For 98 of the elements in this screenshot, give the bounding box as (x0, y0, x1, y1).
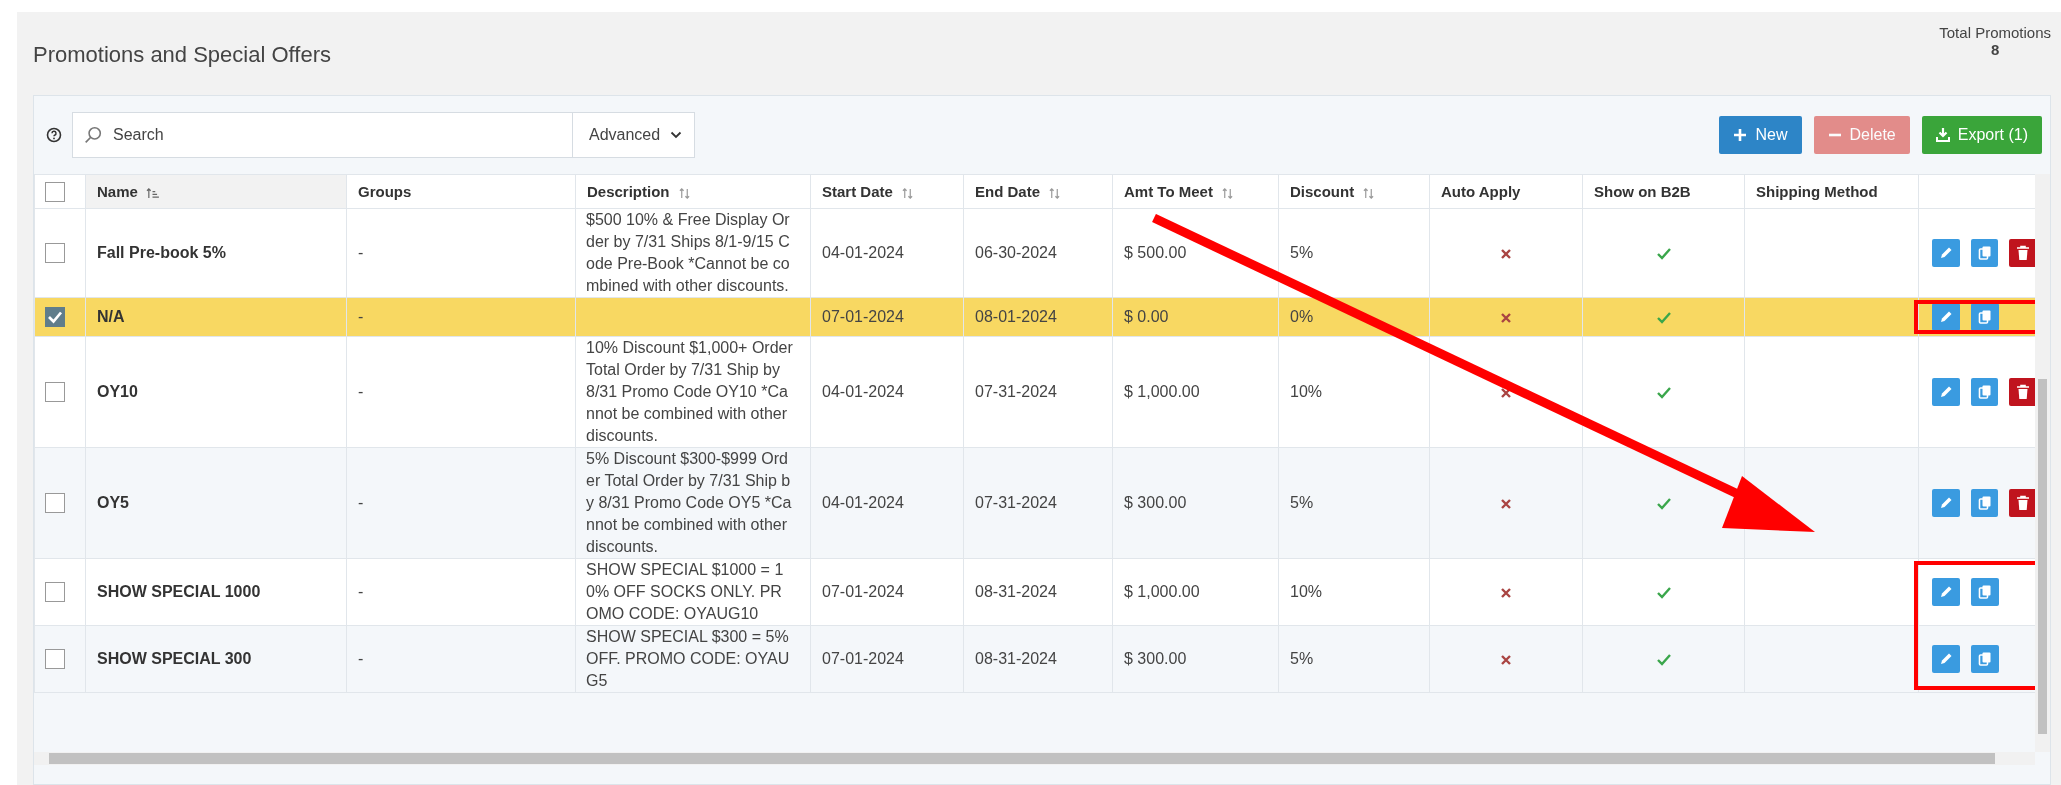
download-icon (1935, 128, 1950, 142)
row-checkbox[interactable] (45, 582, 65, 602)
table-cell: - (358, 494, 364, 511)
table-cell: 08-01-2024 (975, 308, 1057, 325)
table-cell: 07-01-2024 (822, 583, 904, 600)
help-icon[interactable] (46, 127, 62, 143)
table-cell: $ 300.00 (1124, 650, 1187, 667)
table-cell: - (358, 650, 364, 667)
column-header[interactable]: End Date (963, 174, 1113, 209)
copy-button[interactable] (1971, 303, 1999, 331)
table-cell: 04-01-2024 (822, 494, 904, 511)
column-header[interactable]: Show on B2B (1582, 174, 1745, 209)
table-cell: 10% (1290, 383, 1323, 400)
row-checkbox[interactable] (45, 493, 65, 513)
table-cell: - (358, 383, 364, 400)
edit-button[interactable] (1932, 489, 1960, 517)
table-cell: SHOW SPECIAL $1000 = 10% OFF SOCKS ONLY. PROMO CODE: OYAUG10 (586, 561, 784, 622)
column-header[interactable]: Shipping Method (1744, 174, 1919, 209)
new-button[interactable]: New (1719, 116, 1802, 154)
search-field[interactable]: Search (72, 112, 572, 158)
total-label: Total Promotions (1939, 24, 2051, 41)
pencil-icon (1938, 309, 1954, 325)
table-cell: SHOW SPECIAL 300 (97, 650, 252, 667)
table-cell: $ 1,000.00 (1124, 583, 1200, 600)
edit-button[interactable] (1932, 578, 1960, 606)
edit-button[interactable] (1932, 303, 1960, 331)
advanced-dropdown[interactable]: Advanced (572, 112, 696, 158)
table-cell: SHOW SPECIAL 1000 (97, 583, 261, 600)
row-checkbox[interactable] (45, 649, 65, 669)
trash-icon (2015, 495, 2032, 511)
table-cell: - (358, 583, 364, 600)
column-header[interactable]: Amt To Meet (1112, 174, 1279, 209)
delete-row-button[interactable] (2009, 489, 2037, 517)
copy-button[interactable] (1971, 645, 1999, 673)
table-cell: 07-31-2024 (975, 494, 1057, 511)
edit-button[interactable] (1932, 239, 1960, 267)
copy-icon (1976, 495, 1993, 511)
table-cell: 08-31-2024 (975, 583, 1057, 600)
table-cell: 04-01-2024 (822, 244, 904, 261)
row-checkbox[interactable] (45, 382, 65, 402)
table-cell: $ 1,000.00 (1124, 383, 1200, 400)
table-cell: 0% (1290, 308, 1314, 325)
table-cell: N/A (97, 308, 125, 325)
table-cell: 07-31-2024 (975, 383, 1057, 400)
table-cell: $500 10% & Free Display Order by 7/31 Ships 8/1-9/15 Code Pre-Book *Cannot be combined with other discounts. (586, 211, 790, 294)
column-header[interactable]: Groups (346, 174, 576, 209)
plus-icon (1733, 128, 1748, 142)
copy-icon (1977, 309, 1993, 325)
table-cell: 06-30-2024 (975, 244, 1057, 261)
edit-button[interactable] (1932, 378, 1960, 406)
table-cell: $ 0.00 (1124, 308, 1169, 325)
column-header[interactable]: Discount (1278, 174, 1430, 209)
table-cell: - (358, 308, 364, 325)
table-cell: $ 500.00 (1124, 244, 1187, 261)
table-cell: OY5 (97, 494, 129, 511)
table-cell: 10% (1290, 583, 1323, 600)
copy-button[interactable] (1970, 239, 1999, 267)
copy-icon (1976, 245, 1993, 261)
table-cell: 5% Discount $300-$999 Order Total Order by 7/31 Ship by 8/31 Promo Code OY5 *Cannot be combined with other discounts. (586, 450, 792, 555)
table-cell: 5% (1290, 650, 1314, 667)
page-title: Promotions and Special Offers (33, 42, 331, 69)
column-header[interactable]: Name (85, 174, 347, 209)
column-header[interactable]: Description (575, 174, 811, 209)
row-checkbox[interactable] (45, 243, 65, 263)
copy-icon (1977, 584, 1993, 600)
table-cell: 07-01-2024 (822, 650, 904, 667)
copy-icon (1976, 384, 1993, 400)
table-cell: 10% Discount $1,000+ Order Total Order by 7/31 Ship by 8/31 Promo Code OY10 *Cannot be combined with other discounts. (586, 339, 793, 444)
copy-button[interactable] (1970, 378, 1999, 406)
delete-row-button[interactable] (2009, 239, 2037, 267)
delete-row-button[interactable] (2009, 378, 2037, 406)
caret-icon (670, 131, 683, 139)
trash-icon (2015, 245, 2032, 261)
select-all-checkbox[interactable] (45, 181, 65, 202)
column-header[interactable]: Start Date (810, 174, 964, 209)
table-cell: 07-01-2024 (822, 308, 904, 325)
table-cell: OY10 (97, 383, 138, 400)
table-cell: 04-01-2024 (822, 383, 904, 400)
table-cell: Fall Pre-book 5% (97, 244, 226, 261)
table-cell: SHOW SPECIAL $300 = 5% OFF. PROMO CODE: OYAUG5 (586, 628, 790, 689)
table-cell: 5% (1290, 244, 1314, 261)
copy-button[interactable] (1971, 578, 1999, 606)
table-cell: 08-31-2024 (975, 650, 1057, 667)
total-value: 8 (1990, 41, 2000, 58)
horizontal-scrollbar[interactable] (34, 752, 2035, 765)
row-checkbox[interactable] (45, 307, 65, 327)
edit-button[interactable] (1932, 645, 1960, 673)
search-icon (84, 126, 102, 144)
table-cell: 5% (1290, 494, 1314, 511)
trash-icon (2015, 384, 2032, 400)
copy-icon (1977, 651, 1993, 667)
copy-button[interactable] (1970, 489, 1999, 517)
vertical-scrollbar[interactable] (2035, 174, 2050, 752)
table-cell: - (358, 244, 364, 261)
column-header[interactable]: Auto Apply (1429, 174, 1583, 209)
pencil-icon (1938, 651, 1954, 667)
table-cell: $ 300.00 (1124, 494, 1187, 511)
pencil-icon (1938, 584, 1954, 600)
